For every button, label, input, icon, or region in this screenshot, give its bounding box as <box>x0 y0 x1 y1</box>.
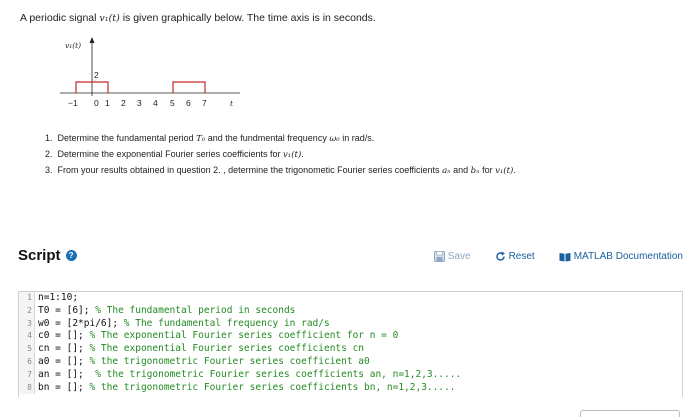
code-editor[interactable]: 1 n=1:10; 2 T0 = [6]; % The fundamental … <box>18 291 683 397</box>
code-text[interactable]: a0 = []; % the trigonometric Fourier ser… <box>35 356 370 369</box>
line-number: 7 <box>19 368 35 382</box>
code-text[interactable]: bn = []; % the trigonometric Fourier ser… <box>35 382 456 395</box>
book-icon <box>559 252 571 261</box>
script-header: Script ? Save Reset MATLAB Documentation <box>18 247 683 269</box>
script-title: Script ? <box>18 247 77 264</box>
tick-label: 2 <box>121 98 126 108</box>
matlab-documentation-link[interactable]: MATLAB Documentation <box>559 251 683 262</box>
line-number: 4 <box>19 330 35 344</box>
math-symbol: v₁(t) <box>495 166 514 176</box>
question-text: . <box>513 165 516 175</box>
line-number: 5 <box>19 343 35 356</box>
reset-icon <box>495 251 505 261</box>
y-axis-label: v₁(t) <box>65 41 81 50</box>
reset-button[interactable]: Reset <box>495 251 535 262</box>
question-text: . <box>301 149 304 159</box>
math-symbol: bₙ <box>470 166 480 176</box>
math-symbol: v₁(t) <box>283 150 302 160</box>
tick-label: 0 <box>94 98 99 108</box>
code-line: 3 w0 = [2*pi/6]; % The fundamental frequ… <box>19 317 682 331</box>
tick-label: 4 <box>153 98 158 108</box>
code-text[interactable]: w0 = [2*pi/6]; % The fundamental frequen… <box>35 318 330 331</box>
y-axis-arrow <box>89 37 95 43</box>
tick-label: 6 <box>186 98 191 108</box>
matlab-documentation-label: MATLAB Documentation <box>573 251 683 262</box>
amplitude-label: 2 <box>94 70 99 80</box>
question-number: 2. <box>45 149 53 159</box>
tick-label: 3 <box>137 98 142 108</box>
code-line: 4 c0 = []; % The exponential Fourier ser… <box>19 330 682 344</box>
question-text: and <box>453 165 469 175</box>
line-number: 6 <box>19 355 35 369</box>
save-label: Save <box>447 251 471 262</box>
code-text[interactable]: c0 = []; % The exponential Fourier serie… <box>35 330 398 343</box>
line-number: 1 <box>19 292 35 305</box>
question-text: From your results obtained in question 2… <box>57 165 440 175</box>
tick-label: 7 <box>202 98 207 108</box>
question-text: and the fundmental frequency <box>207 133 327 143</box>
tick-label: 5 <box>170 98 175 108</box>
question-text: in rad/s. <box>342 133 375 143</box>
question-item: 3. From your results obtained in questio… <box>45 162 516 178</box>
tick-labels: −1 0 1 2 3 4 5 6 7 <box>68 98 207 108</box>
question-text: for <box>482 165 493 175</box>
reset-label: Reset <box>508 251 535 262</box>
code-text[interactable]: cn = []; % The exponential Fourier serie… <box>35 343 364 356</box>
code-line: 8 bn = []; % the trigonometric Fourier s… <box>19 381 682 395</box>
intro-suffix: is given graphically below. The time axi… <box>122 12 376 24</box>
run-button[interactable] <box>580 410 680 417</box>
question-list: 1. Determine the fundamental period T₀ a… <box>45 130 516 178</box>
problem-intro: A periodic signal v₁(t) is given graphic… <box>20 12 376 24</box>
line-number: 8 <box>19 381 35 395</box>
question-text: Determine the fundamental period <box>57 133 194 143</box>
code-text[interactable]: T0 = [6]; % The fundamental period in se… <box>35 305 295 318</box>
tick-label: −1 <box>68 98 78 108</box>
question-number: 3. <box>45 165 53 175</box>
code-line: 7 an = []; % the trigonometric Fourier s… <box>19 368 682 382</box>
intro-signal-symbol: v₁(t) <box>99 13 120 24</box>
signal-graph: v₁(t) 2 −1 0 1 2 3 4 5 6 7 t <box>60 36 250 112</box>
save-button[interactable]: Save <box>433 251 471 262</box>
save-icon <box>433 251 445 262</box>
line-number: 2 <box>19 304 35 318</box>
math-symbol: ω₀ <box>329 134 340 144</box>
question-number: 1. <box>45 133 53 143</box>
intro-prefix: A periodic signal <box>20 12 97 24</box>
code-line: 2 T0 = [6]; % The fundamental period in … <box>19 304 682 318</box>
code-line: 5 cn = []; % The exponential Fourier ser… <box>19 343 682 356</box>
signal-pulse-2 <box>172 81 206 93</box>
tick-label: 1 <box>105 98 110 108</box>
code-text[interactable]: n=1:10; <box>35 292 78 305</box>
question-item: 1. Determine the fundamental period T₀ a… <box>45 130 516 146</box>
x-axis-label: t <box>230 99 234 108</box>
question-text: Determine the exponential Fourier series… <box>57 149 281 159</box>
code-line: 6 a0 = []; % the trigonometric Fourier s… <box>19 355 682 369</box>
math-symbol: T₀ <box>196 134 206 144</box>
math-symbol: aₙ <box>442 166 451 176</box>
code-text[interactable]: an = []; % the trigonometric Fourier ser… <box>35 369 461 382</box>
code-line: 1 n=1:10; <box>19 292 682 305</box>
line-number: 3 <box>19 317 35 331</box>
question-item: 2. Determine the exponential Fourier ser… <box>45 146 516 162</box>
help-icon[interactable]: ? <box>65 250 77 261</box>
script-title-text: Script <box>18 247 61 264</box>
script-toolbar: Save Reset MATLAB Documentation <box>410 251 683 262</box>
